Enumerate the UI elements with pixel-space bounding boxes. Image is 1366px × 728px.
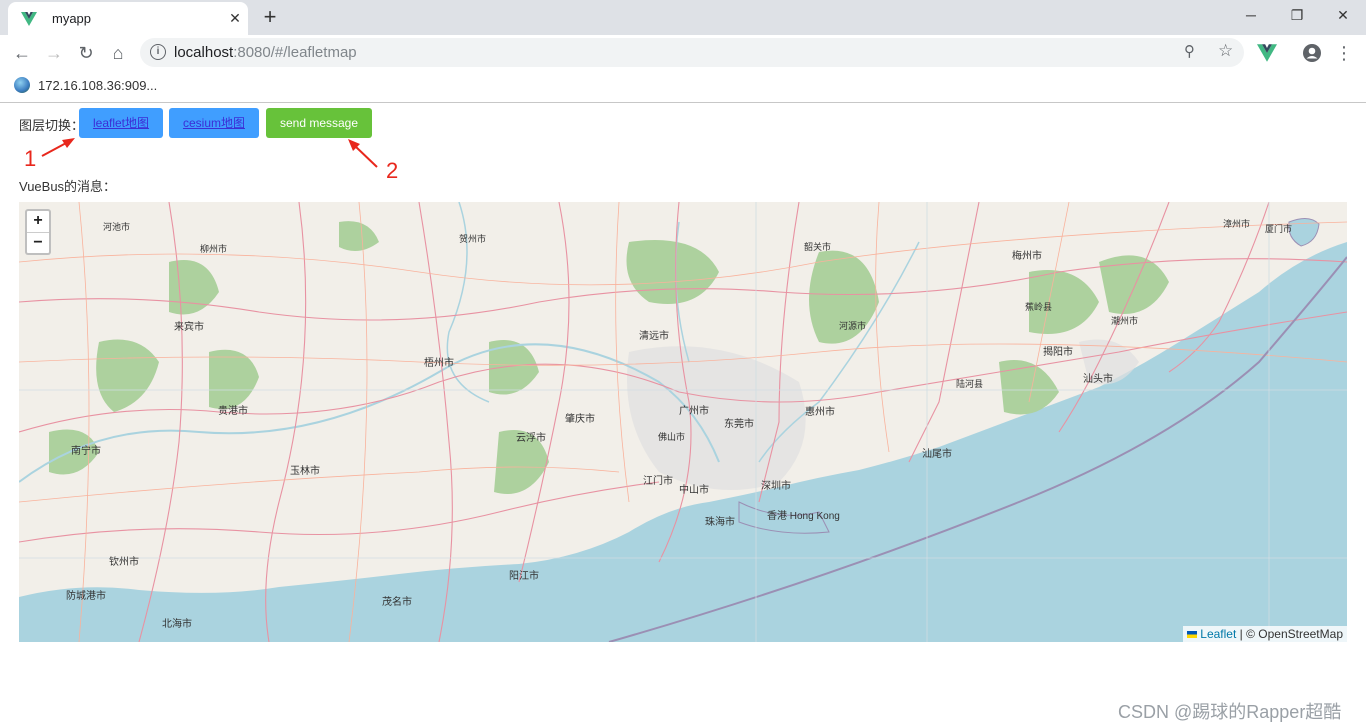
city-label: 潮州市 [1111,316,1139,326]
city-label: 肇庆市 [565,414,595,425]
ukraine-flag-icon [1187,631,1198,639]
profile-icon[interactable] [1302,43,1322,63]
url-host: localhost [174,44,234,61]
city-label: 蕉岭县 [1025,302,1053,312]
city-label: 漳州市 [1223,219,1251,229]
browser-tab[interactable]: myapp ✕ [8,2,248,35]
zoom-in-button[interactable]: + [27,211,49,233]
city-label: 河源市 [839,321,867,331]
city-label: 防城港市 [66,591,106,602]
tab-title: myapp [52,11,92,26]
city-label: 南宁市 [71,446,101,457]
city-label: 柳州市 [200,244,228,254]
city-label: 阳江市 [509,571,539,582]
minimize-button[interactable]: ─ [1228,0,1274,30]
city-label: 香港 Hong Kong [767,511,840,522]
city-label: 深圳市 [761,481,791,492]
city-label: 河池市 [103,222,131,232]
home-button[interactable]: ⌂ [105,40,131,66]
forward-button[interactable]: → [41,40,67,66]
tab-close-icon[interactable]: ✕ [225,8,245,28]
city-label: 云浮市 [516,433,546,444]
bookmark-item[interactable]: 172.16.108.36:909... [38,78,157,93]
annotation-2: 2 [386,158,399,183]
cesium-map-button[interactable]: cesium地图 [169,108,259,138]
city-label: 梅州市 [1012,251,1042,262]
leaflet-map[interactable]: 河池市 柳州市 贺州市 韶关市 河源市 梅州市 漳州市 厦门市 来宾市 梧州市 … [19,202,1347,642]
city-label: 茂名市 [382,597,412,608]
url-path: :8080/#/leafletmap [233,44,357,61]
city-label: 东莞市 [724,419,754,430]
vuebus-message-label: VueBus的消息： [19,179,117,194]
vue-logo-icon [21,12,37,26]
city-label: 汕头市 [1083,374,1113,385]
send-message-button[interactable]: send message [266,108,372,138]
annotation-1: 1 [24,146,37,171]
zoom-control: + − [25,209,51,255]
city-label: 北海市 [162,619,192,630]
city-label: 惠州市 [805,407,835,418]
map-tiles[interactable] [19,202,1347,642]
city-label: 贵港市 [218,406,248,417]
city-label: 广州市 [679,406,709,417]
bookmarks-bar: 172.16.108.36:909... [0,69,1366,103]
bookmark-star-icon[interactable]: ☆ [1218,41,1233,61]
city-label: 佛山市 [658,432,686,442]
attribution-text: | © OpenStreetMap [1236,627,1343,641]
browser-toolbar: ← → ↻ ⌂ i localhost:8080/#/leafletmap ⚲ … [0,35,1366,69]
back-button[interactable]: ← [9,40,35,66]
city-label: 韶关市 [804,242,832,252]
watermark: CSDN @踢球的Rapper超酷 [1118,702,1342,722]
city-label: 厦门市 [1265,224,1293,234]
leaflet-map-button[interactable]: leaflet地图 [79,108,163,138]
city-label: 汕尾市 [922,449,952,460]
tab-strip: myapp ✕ + ─ ❐ ✕ [0,0,1366,35]
layer-switch-label: 图层切换： [19,118,85,133]
city-label: 揭阳市 [1043,347,1073,358]
new-tab-button[interactable]: + [258,5,282,29]
city-label: 珠海市 [705,517,735,528]
window-close-button[interactable]: ✕ [1320,0,1366,30]
leaflet-link[interactable]: Leaflet [1200,627,1236,641]
zoom-out-button[interactable]: − [27,233,49,254]
city-label: 陆河县 [956,379,984,389]
city-label: 贺州市 [459,234,487,244]
menu-icon[interactable]: ⋮ [1331,40,1357,66]
city-label: 清远市 [639,331,669,342]
city-label: 梧州市 [424,358,454,369]
city-label: 江门市 [643,476,673,487]
zoom-icon[interactable]: ⚲ [1184,42,1195,60]
city-label: 钦州市 [109,557,139,568]
restore-button[interactable]: ❐ [1274,0,1320,30]
vue-devtools-extension-icon[interactable] [1257,43,1277,63]
city-label: 玉林市 [290,466,320,477]
city-label: 来宾市 [174,322,204,333]
url-text[interactable]: localhost:8080/#/leafletmap [174,44,357,61]
city-label: 中山市 [679,485,709,496]
reload-button[interactable]: ↻ [73,40,99,66]
address-bar[interactable]: i localhost:8080/#/leafletmap ⚲ ☆ [140,38,1244,67]
globe-icon [14,77,30,93]
map-attribution: Leaflet | © OpenStreetMap [1183,626,1347,642]
site-info-icon[interactable]: i [150,44,166,60]
